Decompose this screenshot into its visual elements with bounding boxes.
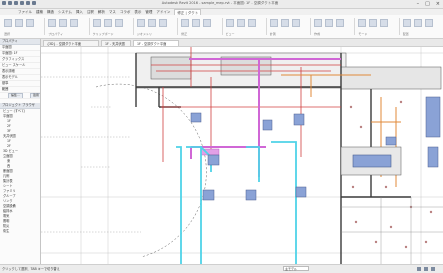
ribbon-tool-icon[interactable]	[48, 19, 57, 27]
ribbon-group-label: 選択	[4, 32, 11, 36]
ribbon-separator	[44, 18, 46, 35]
left-dock: プロパティ 平面図 平面図: 1F グラフィックス ビュー スケール 表示詳細 表示モデル…	[0, 39, 41, 264]
lower-right-lines	[341, 197, 443, 264]
ribbon-tool-icon[interactable]	[70, 19, 79, 27]
ribbon-group-label: 修正	[181, 32, 188, 36]
ribbon-tool-icon[interactable]	[59, 19, 68, 27]
maximize-icon[interactable]: □	[425, 1, 430, 7]
ribbon-tool-icon[interactable]	[158, 19, 167, 27]
drawing-canvas[interactable]	[41, 47, 443, 264]
ribbon-tool-icon[interactable]	[269, 19, 278, 27]
ribbon-tool-icon[interactable]	[325, 19, 334, 27]
ribbon-group-label: プロパティ	[48, 32, 64, 36]
ribbon-separator	[310, 18, 312, 35]
ribbon-tool-icon[interactable]	[424, 19, 433, 27]
view-tab[interactable]: {3D} - 空調ダクト平面	[43, 40, 99, 46]
print-icon[interactable]	[32, 1, 36, 5]
ribbon-separator	[132, 18, 134, 35]
ribbon-tool-icon[interactable]	[103, 19, 112, 27]
ribbon-tool-icon[interactable]	[15, 19, 23, 27]
ribbon-tool-icon[interactable]	[291, 19, 300, 27]
close-icon[interactable]: ×	[436, 1, 440, 7]
ribbon-separator	[265, 18, 267, 35]
status-icons	[417, 267, 435, 271]
project-browser-tree: ビュー (すべて) 平面図 1F 2F 3F 天井伏図 1F 2F 3D ビュー 立面図東西断面図…	[0, 109, 40, 234]
ribbon-tool-icon[interactable]	[181, 19, 190, 27]
ribbon-tool-icon[interactable]	[314, 19, 323, 27]
title-bar: Autodesk Revit 2016 - sample_mep.rvt - 平…	[0, 0, 443, 9]
ribbon-separator	[398, 18, 400, 35]
ribbon-group-label: ジオメトリ	[136, 32, 152, 36]
ribbon-tool-icon[interactable]	[236, 19, 245, 27]
floor-plan-drawing[interactable]	[41, 47, 443, 264]
ribbon-tool-icon[interactable]	[92, 19, 101, 27]
ribbon-tool-icon[interactable]	[336, 19, 345, 27]
save-icon[interactable]	[14, 1, 18, 5]
filter-icon[interactable]	[417, 267, 421, 271]
ribbon-tool-icon[interactable]	[358, 19, 367, 27]
ribbon-group-label: ビュー	[225, 32, 235, 36]
open-icon[interactable]	[8, 1, 12, 5]
ribbon-panel: 選択 プロパティ クリップボード ジオメトリ 修正 ビュー 計測 作成 モード 配置	[0, 15, 443, 39]
air-terminals	[190, 112, 307, 201]
ribbon-tool-icon[interactable]	[192, 19, 201, 27]
ribbon-tool-icon[interactable]	[114, 19, 123, 27]
redo-icon[interactable]	[26, 1, 30, 5]
select-links-icon[interactable]	[424, 267, 428, 271]
ribbon-tool-icon[interactable]	[369, 19, 378, 27]
ribbon-group-label: クリップボード	[92, 32, 114, 36]
browser-tree-item[interactable]: 衛生	[0, 229, 40, 234]
minimize-icon[interactable]: –	[417, 1, 420, 7]
window-controls: – □ ×	[417, 1, 440, 7]
app-menu-icon[interactable]	[2, 1, 6, 5]
ribbon-tool-icon[interactable]	[413, 19, 422, 27]
ribbon-group-label: 計測	[269, 32, 276, 36]
select-pinned-icon[interactable]	[431, 267, 435, 271]
ribbon-separator	[88, 18, 90, 35]
window-title: Autodesk Revit 2016 - sample_mep.rvt - 平…	[161, 1, 279, 5]
hidden-lines	[41, 76, 141, 233]
ribbon-separator	[354, 18, 356, 35]
ribbon-tool-icon[interactable]	[147, 19, 156, 27]
apply-button[interactable]: 適用	[29, 93, 40, 98]
properties-list: 平面図 平面図: 1F グラフィックス ビュー スケール 表示詳細 表示モデル 基準 範囲	[0, 45, 40, 93]
ribbon-tool-icon[interactable]	[402, 19, 411, 27]
ribbon-group-label: 配置	[402, 32, 409, 36]
ribbon-separator	[221, 18, 223, 35]
edit-type-button[interactable]: 編集...	[8, 93, 23, 98]
properties-actions: 編集... 適用	[0, 93, 40, 99]
ribbon-group-label: モード	[358, 32, 368, 36]
dimension-arc	[95, 83, 207, 258]
ribbon-tool-icon[interactable]	[26, 19, 34, 27]
view-tab-bar: {3D} - 空調ダクト平面 1F - 天井伏図 1F - 空調ダクト平面	[41, 39, 443, 47]
view-tab[interactable]: 1F - 空調ダクト平面	[133, 40, 179, 46]
ribbon-group-label: 作成	[314, 32, 321, 36]
quick-access-toolbar	[2, 1, 36, 5]
cyan-supply-ducts	[176, 141, 297, 264]
ribbon-tool-icon[interactable]	[380, 19, 389, 27]
ribbon-tool-icon[interactable]	[247, 19, 256, 27]
ribbon-tool-icon[interactable]	[4, 19, 12, 27]
ribbon-tool-icon[interactable]	[203, 19, 212, 27]
view-tab[interactable]: 1F - 天井伏図	[101, 40, 131, 46]
ribbon-separator	[177, 18, 179, 35]
equipment-room	[340, 96, 441, 176]
active-workset-combo[interactable]: 主モデル	[283, 266, 309, 271]
ribbon-tool-icon[interactable]	[136, 19, 145, 27]
ribbon-tool-icon[interactable]	[225, 19, 234, 27]
undo-icon[interactable]	[20, 1, 24, 5]
ribbon-tool-icon[interactable]	[280, 19, 289, 27]
